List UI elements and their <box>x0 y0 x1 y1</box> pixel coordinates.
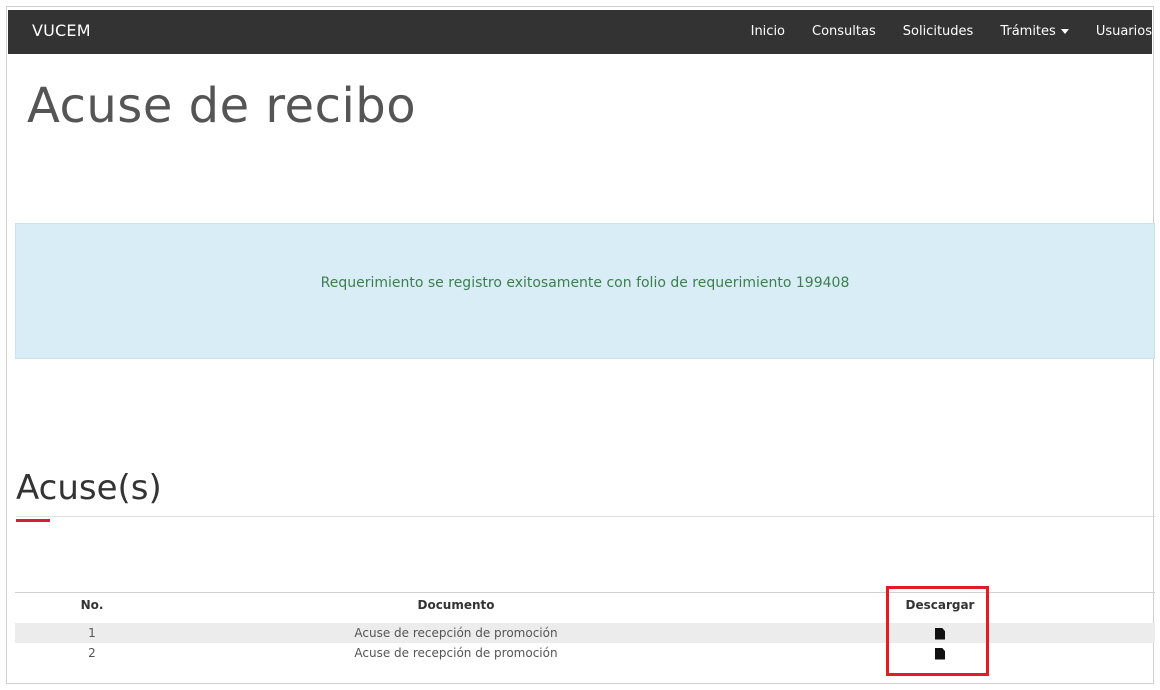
download-cell <box>885 623 995 643</box>
main-navigation: Inicio Consultas Solicitudes Trámites Us… <box>751 24 1152 39</box>
table-row: 2 Acuse de recepción de promoción <box>15 643 1155 663</box>
row-document: Acuse de recepción de promoción <box>354 626 558 640</box>
section-divider <box>16 516 1156 517</box>
brand-logo[interactable]: VUCEM <box>32 21 91 40</box>
nav-item-solicitudes[interactable]: Solicitudes <box>903 24 974 39</box>
success-alert: Requerimiento se registro exitosamente c… <box>15 223 1155 359</box>
table-header-row: No. Documento Descargar <box>15 593 1155 623</box>
nav-item-consultas[interactable]: Consultas <box>812 24 876 39</box>
file-icon[interactable] <box>935 627 945 640</box>
nav-item-tramites-label: Trámites <box>1000 24 1056 39</box>
page-title: Acuse de recibo <box>27 78 417 134</box>
row-number: 2 <box>88 646 96 660</box>
row-number: 1 <box>88 626 96 640</box>
header-number: No. <box>80 598 104 612</box>
nav-item-tramites[interactable]: Trámites <box>1000 24 1069 39</box>
table-row: 1 Acuse de recepción de promoción <box>15 623 1155 643</box>
nav-item-usuarios[interactable]: Usuarios <box>1096 24 1152 39</box>
header-document: Documento <box>417 598 495 612</box>
acuses-table: No. Documento Descargar 1 Acuse de recep… <box>15 592 1155 663</box>
chevron-down-icon <box>1060 29 1069 34</box>
section-title: Acuse(s) <box>16 468 162 508</box>
download-cell <box>885 643 995 663</box>
file-icon[interactable] <box>935 647 945 660</box>
row-document: Acuse de recepción de promoción <box>354 646 558 660</box>
nav-item-inicio[interactable]: Inicio <box>751 24 785 39</box>
top-navbar: VUCEM Inicio Consultas Solicitudes Trámi… <box>8 10 1152 54</box>
alert-message: Requerimiento se registro exitosamente c… <box>320 275 850 291</box>
section-accent-bar <box>16 519 50 522</box>
header-download: Descargar <box>905 598 975 612</box>
